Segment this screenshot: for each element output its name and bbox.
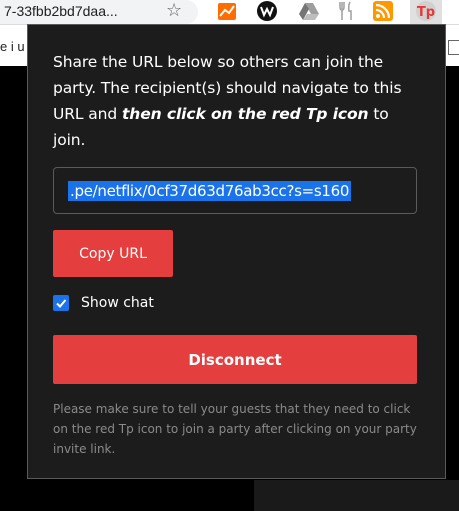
address-bar-url: 7-33fbb2bd7daa... (4, 3, 118, 19)
svg-text:Tp: Tp (417, 5, 435, 20)
address-bar[interactable]: 7-33fbb2bd7daa... ☆ (0, 0, 198, 24)
teleparty-icon[interactable]: Tp (410, 0, 442, 24)
share-url-selected-text[interactable]: .pe/netflix/0cf37d63d76ab3cc?s=s160 (68, 181, 352, 201)
page-checkbox[interactable] (448, 40, 459, 55)
instructions-emphasis: then click on the red Tp icon (121, 105, 369, 123)
orange-chart-extension-icon[interactable] (216, 0, 238, 22)
rss-icon[interactable] (372, 0, 394, 22)
drive-icon[interactable] (298, 0, 320, 22)
screen: 7-33fbb2bd7daa... ☆ Tp e i u Share the U… (0, 0, 459, 511)
page-dark-region (254, 480, 459, 511)
show-chat-checkbox[interactable] (53, 295, 69, 311)
browser-toolbar: 7-33fbb2bd7daa... ☆ Tp (0, 0, 459, 25)
checkmark-icon (56, 299, 67, 308)
disconnect-button[interactable]: Disconnect (53, 335, 417, 384)
guest-instructions-note: Please make sure to tell your guests tha… (53, 402, 417, 456)
fork-knife-extension-icon[interactable] (335, 0, 357, 22)
page-text-fragment: e i u (0, 39, 25, 54)
show-chat-label: Show chat (81, 295, 154, 311)
share-instructions: Share the URL below so others can join t… (53, 49, 423, 153)
star-icon[interactable]: ☆ (166, 0, 182, 22)
share-url-field[interactable]: .pe/netflix/0cf37d63d76ab3cc?s=s160 (53, 167, 417, 214)
show-chat-toggle[interactable]: Show chat (53, 293, 154, 313)
w-extension-icon[interactable] (256, 0, 278, 22)
teleparty-popup: Share the URL below so others can join t… (27, 24, 446, 479)
copy-url-button[interactable]: Copy URL (53, 230, 173, 277)
